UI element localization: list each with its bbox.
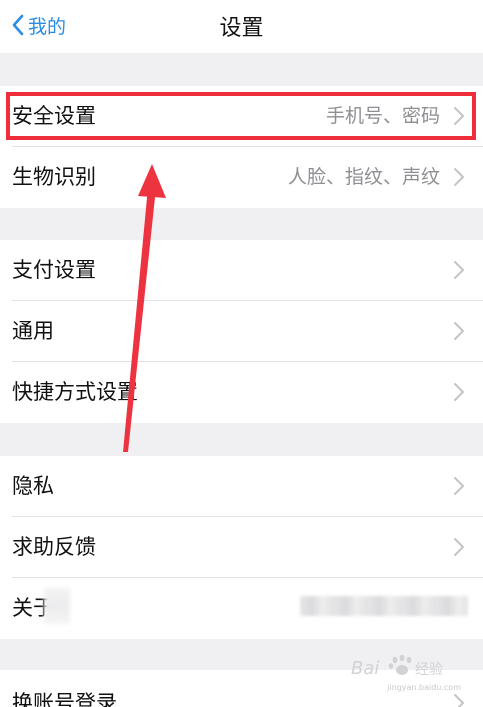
settings-screen: 我的 设置 安全设置 手机号、密码 生物识别 人脸、指纹、声纹 支付设置 通用 … (0, 0, 483, 707)
privacy-blur (44, 588, 70, 624)
settings-group-payment: 支付设置 通用 快捷方式设置 (0, 240, 483, 423)
chevron-right-icon (454, 383, 464, 401)
settings-row-label: 生物识别 (12, 165, 96, 189)
chevron-right-icon (454, 477, 464, 495)
page-title: 设置 (219, 16, 264, 41)
settings-row-label: 快捷方式设置 (12, 380, 138, 404)
chevron-right-icon (454, 261, 464, 279)
settings-row-label: 通用 (12, 319, 54, 343)
settings-row-label: 隐私 (12, 474, 54, 498)
settings-row-label: 支付设置 (12, 258, 96, 282)
settings-row-label: 换账号登录 (12, 691, 117, 707)
privacy-blur-value (300, 596, 468, 616)
settings-row-security[interactable]: 安全设置 手机号、密码 (0, 86, 483, 147)
settings-row-shortcuts[interactable]: 快捷方式设置 (0, 362, 483, 423)
settings-row-general[interactable]: 通用 (0, 301, 483, 362)
settings-group-account: 换账号登录 (0, 670, 483, 707)
settings-row-label: 安全设置 (12, 104, 96, 128)
navigation-bar: 我的 设置 (0, 0, 483, 53)
settings-row-value: 人脸、指纹、声纹 (287, 166, 440, 188)
settings-row-label: 求助反馈 (12, 535, 96, 559)
settings-group-privacy: 隐私 求助反馈 关于 (0, 456, 483, 639)
settings-row-value: 手机号、密码 (325, 105, 440, 127)
settings-row-payment[interactable]: 支付设置 (0, 240, 483, 301)
chevron-right-icon (454, 538, 464, 556)
settings-row-feedback[interactable]: 求助反馈 (0, 517, 483, 578)
chevron-right-icon (454, 168, 464, 186)
chevron-right-icon (454, 107, 464, 125)
chevron-right-icon (454, 694, 464, 707)
settings-row-privacy[interactable]: 隐私 (0, 456, 483, 517)
chevron-right-icon (454, 322, 464, 340)
settings-row-switch-account[interactable]: 换账号登录 (0, 673, 483, 707)
settings-group-security: 安全设置 手机号、密码 生物识别 人脸、指纹、声纹 (0, 86, 483, 208)
settings-row-about[interactable]: 关于 (0, 578, 483, 639)
settings-row-biometrics[interactable]: 生物识别 人脸、指纹、声纹 (0, 147, 483, 208)
